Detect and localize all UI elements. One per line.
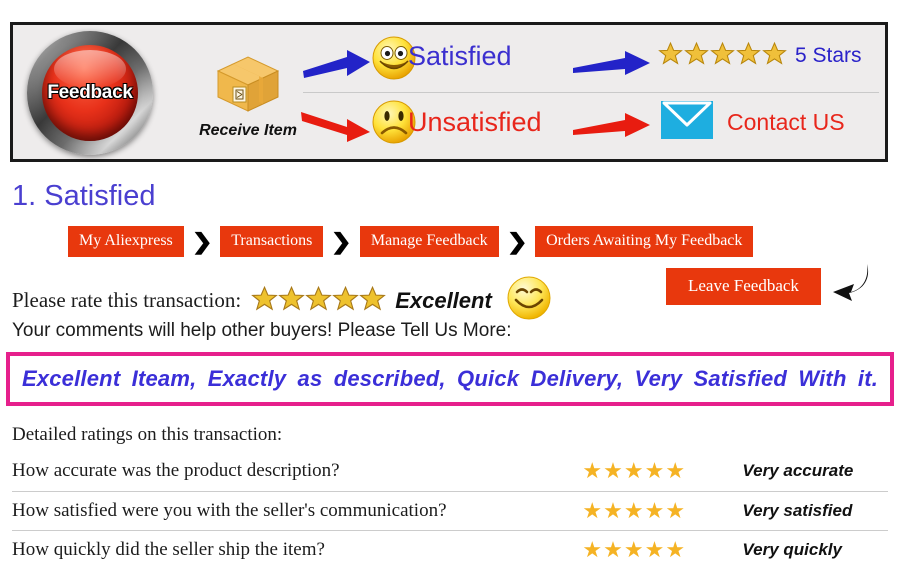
satisfied-flow-row: Satisfied 5 Stars	[13, 31, 885, 91]
gold-star-icon[interactable]: ★	[582, 458, 603, 483]
detail-question: How accurate was the product description…	[12, 460, 340, 482]
gold-star-icon[interactable]	[305, 285, 333, 317]
leave-feedback-block: Leave Feedback	[666, 264, 871, 307]
detail-question: How quickly did the seller ship the item…	[12, 529, 583, 569]
table-row: How satisfied were you with the seller's…	[12, 490, 888, 530]
gold-star-icon[interactable]	[251, 285, 279, 317]
breadcrumb-item-orders-awaiting-my-feedback[interactable]: Orders Awaiting My Feedback	[535, 226, 754, 257]
gold-star-icon	[762, 41, 787, 71]
gold-star-icon	[736, 41, 761, 71]
comments-prompt: Your comments will help other buyers! Pl…	[12, 320, 512, 341]
detailed-ratings-heading: Detailed ratings on this transaction:	[12, 424, 283, 445]
detailed-ratings-table: How accurate was the product description…	[12, 452, 888, 569]
happy-face-icon	[506, 275, 552, 326]
detail-star-rating[interactable]: ★★★★★	[582, 529, 743, 569]
feedback-instruction-page: Feedback Receive Item Satisfied 5 Stars …	[0, 0, 900, 588]
gold-star-icon[interactable]: ★	[645, 537, 666, 562]
gold-star-icon[interactable]	[278, 285, 306, 317]
gold-star-icon[interactable]: ★	[603, 498, 624, 523]
gold-star-icon	[684, 41, 709, 71]
satisfied-label: Satisfied	[408, 41, 512, 71]
blue-right-arrow-icon-2	[573, 49, 651, 84]
red-right-arrow-icon-2	[573, 111, 651, 146]
five-stars-label: 5 Stars	[795, 44, 862, 67]
breadcrumb: My Aliexpress ❯ Transactions ❯ Manage Fe…	[68, 226, 754, 257]
gold-star-icon[interactable]: ★	[624, 498, 645, 523]
gold-star-icon[interactable]: ★	[624, 458, 645, 483]
breadcrumb-item-manage-feedback[interactable]: Manage Feedback	[359, 226, 499, 257]
envelope-icon	[661, 101, 713, 144]
banner-star-rating: 5 Stars	[658, 41, 862, 71]
gold-star-icon[interactable]	[359, 285, 387, 317]
gold-star-icon[interactable]	[332, 285, 360, 317]
gold-star-icon	[658, 41, 683, 71]
banner-divider	[303, 92, 879, 93]
curved-arrow-icon	[827, 262, 871, 307]
contact-us-block[interactable]: Contact US	[661, 101, 845, 144]
gold-star-icon[interactable]: ★	[665, 537, 686, 562]
blue-right-arrow-icon	[303, 49, 371, 84]
contact-us-label: Contact US	[727, 109, 845, 135]
gold-star-icon[interactable]: ★	[582, 498, 603, 523]
comment-textarea[interactable]: Excellent Iteam, Exactly as described, Q…	[6, 352, 894, 406]
gold-star-icon[interactable]: ★	[582, 537, 603, 562]
gold-star-icon[interactable]: ★	[645, 498, 666, 523]
leave-feedback-button[interactable]: Leave Feedback	[666, 268, 821, 305]
gold-star-icon	[710, 41, 735, 71]
detail-answer: Very accurate	[742, 461, 854, 481]
table-row: How accurate was the product description…	[12, 452, 888, 491]
detail-answer: Very satisfied	[742, 490, 888, 530]
page-title: 1. Satisfied	[12, 180, 156, 212]
rate-transaction-label: Please rate this transaction:	[12, 288, 242, 312]
breadcrumb-item-my-aliexpress[interactable]: My Aliexpress	[68, 226, 184, 257]
gold-star-icon[interactable]: ★	[603, 537, 624, 562]
red-right-arrow-icon	[301, 109, 371, 148]
detail-answer: Very quickly	[742, 529, 888, 569]
rate-transaction-row: Please rate this transaction: Excellent	[12, 275, 552, 326]
detail-star-rating[interactable]: ★★★★★	[582, 490, 743, 530]
gold-star-icon[interactable]: ★	[603, 458, 624, 483]
feedback-button-label: Feedback	[47, 82, 133, 103]
gold-star-icon[interactable]: ★	[624, 537, 645, 562]
feedback-flow-banner: Feedback Receive Item Satisfied 5 Stars …	[10, 22, 888, 162]
gold-star-icon[interactable]: ★	[665, 498, 686, 523]
transaction-star-rating[interactable]	[251, 285, 387, 317]
chevron-right-icon: ❯	[191, 228, 213, 254]
unsatisfied-flow-row: Unsatisfied Contact US	[13, 95, 885, 157]
unsatisfied-label: Unsatisfied	[408, 107, 542, 137]
chevron-right-icon: ❯	[331, 228, 353, 254]
detail-star-rating[interactable]: ★★★★★	[582, 452, 742, 491]
gold-star-icon[interactable]: ★	[665, 458, 686, 483]
comment-text: Excellent Iteam, Exactly as described, Q…	[21, 366, 879, 391]
gold-star-icon[interactable]: ★	[645, 458, 666, 483]
breadcrumb-item-transactions[interactable]: Transactions	[220, 226, 324, 257]
detail-question: How satisfied were you with the seller's…	[12, 490, 583, 530]
rating-word-label: Excellent	[395, 287, 492, 313]
chevron-right-icon: ❯	[506, 228, 528, 254]
table-row: How quickly did the seller ship the item…	[12, 529, 888, 569]
